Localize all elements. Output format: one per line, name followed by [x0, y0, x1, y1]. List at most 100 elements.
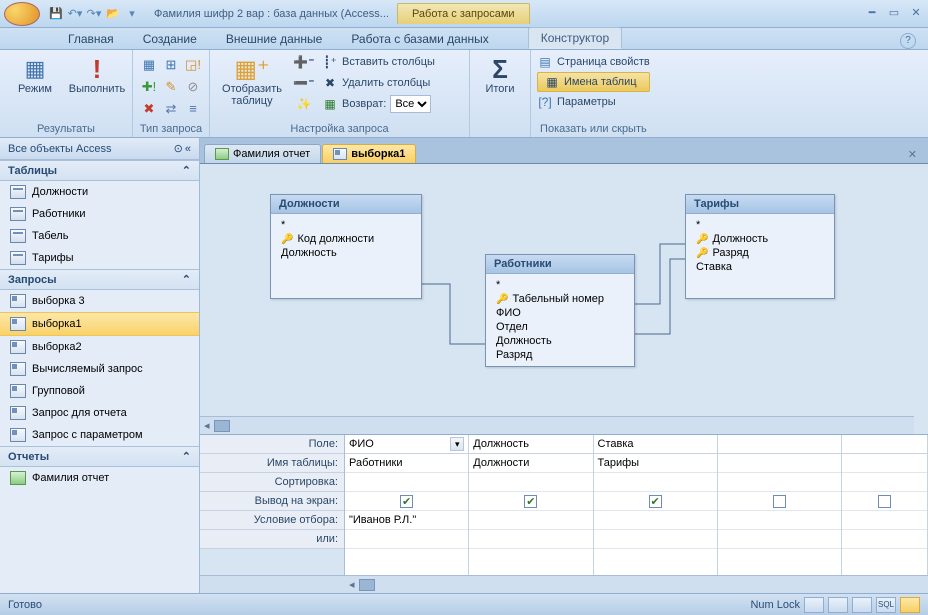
minimize-icon[interactable]: ━ [864, 6, 880, 22]
nav-header[interactable]: Все объекты Access ⊙« [0, 138, 199, 160]
save-icon[interactable]: 💾 [48, 6, 64, 22]
doc-close-icon[interactable]: ✕ [903, 146, 922, 163]
nav-section-queries[interactable]: Запросы⌃ [0, 269, 199, 290]
table-header[interactable]: Работники [486, 255, 634, 274]
data-def-icon[interactable]: ≡ [183, 99, 203, 119]
totals-button[interactable]: Σ Итоги [476, 52, 524, 98]
window-buttons: ━ ▭ ✕ [864, 6, 924, 22]
grid-col[interactable]: Должность Должности ✔ [469, 435, 593, 575]
insert-cols-button[interactable]: ┋⁺Вставить столбцы [322, 52, 435, 72]
table-field[interactable]: 🔑Табельный номер [494, 292, 626, 306]
nav-item-query[interactable]: выборка 3 [0, 290, 199, 312]
table-field[interactable]: 🔑Должность [694, 232, 826, 246]
update-icon[interactable]: ✎ [161, 77, 181, 97]
undo-icon[interactable]: ↶▾ [67, 6, 83, 22]
view-datasheet-icon[interactable] [804, 597, 824, 613]
close-icon[interactable]: ✕ [908, 6, 924, 22]
table-field[interactable]: Отдел [494, 320, 626, 334]
table-field[interactable]: ФИО [494, 306, 626, 320]
office-button[interactable] [4, 2, 40, 26]
doc-tab-report[interactable]: Фамилия отчет [204, 144, 321, 163]
contextual-tab-header: Работа с запросами [397, 3, 530, 24]
diagram-pane[interactable]: Должности * 🔑Код должности Должность Раб… [200, 164, 928, 435]
doc-tab-query[interactable]: выборка1 [322, 144, 416, 163]
table-field[interactable]: * [494, 278, 626, 292]
table-field[interactable]: Должность [494, 334, 626, 348]
crosstab-icon[interactable]: ⊞ [161, 55, 181, 75]
nav-item-query[interactable]: выборка2 [0, 336, 199, 358]
nav-item-table[interactable]: Должности [0, 181, 199, 203]
view-pivot-icon[interactable] [828, 597, 848, 613]
help-icon[interactable]: ? [900, 33, 916, 49]
nav-item-table[interactable]: Табель [0, 225, 199, 247]
table-field[interactable]: 🔑Код должности [279, 232, 413, 246]
maximize-icon[interactable]: ▭ [886, 6, 902, 22]
open-icon[interactable]: 📂 [105, 6, 121, 22]
nav-section-reports[interactable]: Отчеты⌃ [0, 446, 199, 467]
nav-section-tables[interactable]: Таблицы⌃ [0, 160, 199, 181]
show-table-button[interactable]: ▦⁺ Отобразить таблицу [216, 52, 288, 110]
table-field[interactable]: Должность [279, 246, 413, 260]
table-names-button[interactable]: ▦Имена таблиц [537, 72, 650, 92]
query-icon [10, 428, 26, 442]
tab-create[interactable]: Создание [130, 28, 210, 49]
checkbox[interactable]: ✔ [524, 495, 537, 508]
make-table-icon[interactable]: ◲! [183, 55, 203, 75]
insert-rows-button[interactable]: ➕⁼ [296, 52, 312, 72]
return-select[interactable]: Все [390, 95, 431, 113]
tab-home[interactable]: Главная [55, 28, 127, 49]
select-query-icon[interactable]: ▦ [139, 55, 159, 75]
tab-dbtools[interactable]: Работа с базами данных [338, 28, 501, 49]
nav-dropdown-icon[interactable]: ⊙ [174, 142, 183, 155]
diagram-table-positions[interactable]: Должности * 🔑Код должности Должность [270, 194, 422, 299]
grid-col[interactable] [718, 435, 842, 575]
nav-item-table[interactable]: Тарифы [0, 247, 199, 269]
nav-item-query[interactable]: выборка1 [0, 312, 199, 336]
nav-item-table[interactable]: Работники [0, 203, 199, 225]
nav-item-report[interactable]: Фамилия отчет [0, 467, 199, 489]
checkbox[interactable] [878, 495, 891, 508]
checkbox[interactable] [773, 495, 786, 508]
delete-cols-button[interactable]: ✖Удалить столбцы [322, 73, 435, 93]
diagram-scrollbar[interactable]: ◂ [200, 416, 914, 434]
view-button[interactable]: ▦ Режим [6, 52, 64, 98]
table-field[interactable]: 🔑Разряд [694, 246, 826, 260]
query-icon [10, 340, 26, 354]
table-field[interactable]: Разряд [494, 348, 626, 362]
checkbox[interactable]: ✔ [400, 495, 413, 508]
grid-col[interactable]: Ставка Тарифы ✔ [594, 435, 718, 575]
grid-scrollbar[interactable]: ◂ [200, 575, 928, 593]
dropdown-icon[interactable]: ▾ [450, 437, 464, 451]
grid-col[interactable]: ФИО▾ Работники ✔ "Иванов Р.Л." [345, 435, 469, 575]
table-header[interactable]: Должности [271, 195, 421, 214]
table-field[interactable]: * [279, 218, 413, 232]
table-field[interactable]: * [694, 218, 826, 232]
delete-rows-button[interactable]: ➖⁼ [296, 73, 312, 93]
nav-collapse-icon[interactable]: « [185, 143, 191, 155]
parameters-button[interactable]: [?]Параметры [537, 92, 650, 112]
run-button[interactable]: ! Выполнить [68, 52, 126, 98]
table-field[interactable]: Ставка [694, 260, 826, 274]
nav-item-query[interactable]: Запрос с параметром [0, 424, 199, 446]
grid-col[interactable] [842, 435, 928, 575]
diagram-table-workers[interactable]: Работники * 🔑Табельный номер ФИО Отдел Д… [485, 254, 635, 367]
redo-icon[interactable]: ↷▾ [86, 6, 102, 22]
delete-icon[interactable]: ✖ [139, 99, 159, 119]
qat-more-icon[interactable]: ▾ [124, 6, 140, 22]
diagram-table-tariffs[interactable]: Тарифы * 🔑Должность 🔑Разряд Ставка [685, 194, 835, 299]
table-header[interactable]: Тарифы [686, 195, 834, 214]
tab-designer[interactable]: Конструктор [528, 27, 622, 49]
property-sheet-button[interactable]: ▤Страница свойств [537, 52, 650, 72]
tab-external[interactable]: Внешние данные [213, 28, 336, 49]
append-icon[interactable]: ✚! [139, 77, 159, 97]
builder-button[interactable]: ✨ [296, 94, 312, 114]
nav-item-query[interactable]: Запрос для отчета [0, 402, 199, 424]
union-icon[interactable]: ⊘ [183, 77, 203, 97]
passthru-icon[interactable]: ⇄ [161, 99, 181, 119]
view-design-icon[interactable] [900, 597, 920, 613]
nav-item-query[interactable]: Групповой [0, 380, 199, 402]
nav-item-query[interactable]: Вычисляемый запрос [0, 358, 199, 380]
view-chart-icon[interactable] [852, 597, 872, 613]
checkbox[interactable]: ✔ [649, 495, 662, 508]
view-sql-icon[interactable]: SQL [876, 597, 896, 613]
